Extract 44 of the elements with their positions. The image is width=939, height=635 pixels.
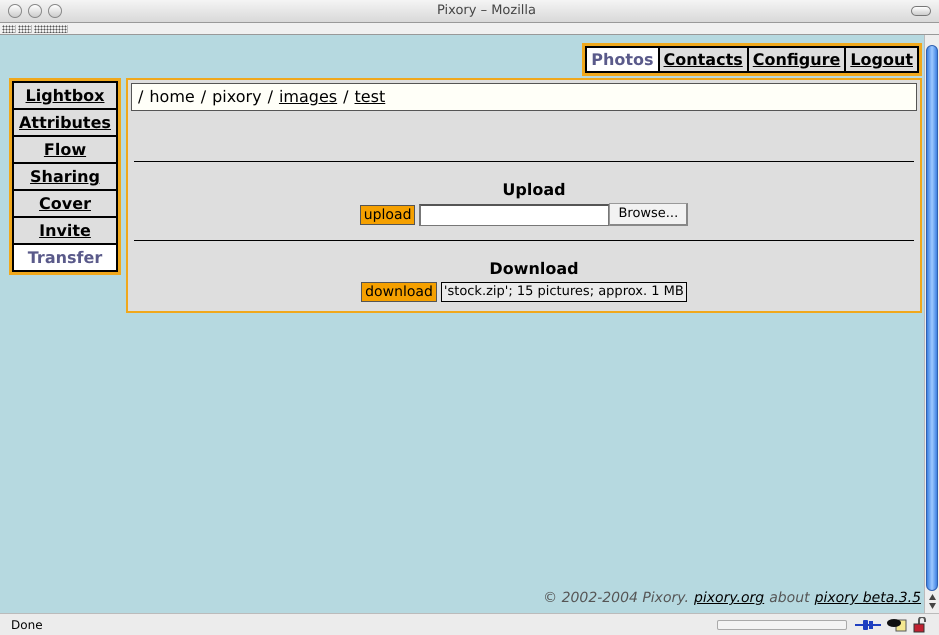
nav-tab[interactable]: Flow [14,137,116,162]
toolbar-grippy-icon[interactable] [2,24,16,32]
nav-tab[interactable]: Invite [14,218,116,243]
section-heading: Download [489,258,579,280]
breadcrumb-text: pixory [212,86,262,108]
nav-tab[interactable]: Logout [846,48,917,71]
window-title: Pixory – Mozilla [436,3,536,18]
connection-plug-icon [855,618,881,630]
download-button[interactable]: download [361,282,437,302]
footer-text: © 2002-2004 Pixory. [543,589,689,608]
path-separator: / [200,86,206,108]
nav-tab[interactable]: Transfer [14,245,116,270]
toolbar-grippy-icon[interactable] [18,24,32,32]
status-text: Done [10,616,44,634]
minimize-icon[interactable] [28,4,42,18]
breadcrumb-text: home [149,86,195,108]
path-separator: / [343,86,349,108]
nav-tab[interactable]: Sharing [14,164,116,189]
browse-button[interactable]: Browse... [609,203,688,226]
zoom-icon[interactable] [48,4,62,18]
path-separator: / [268,86,273,108]
upload-button[interactable]: upload [360,204,416,224]
download-info: 'stock.zip'; 15 pictures; approx. 1 MB [440,282,687,302]
footer-link[interactable]: pixory beta.3.5 [814,588,921,609]
footer-link[interactable]: pixory.org [694,588,764,609]
file-path-field[interactable] [419,204,610,226]
scrollbar[interactable] [924,35,939,613]
breadcrumb-link[interactable]: test [354,85,386,109]
path-separator: / [138,86,144,108]
nav-tab[interactable]: Attributes [14,110,116,135]
toolbar-toggle-icon[interactable] [911,6,931,16]
footer-text: about [769,589,810,608]
nav-tab[interactable]: Contacts [660,48,747,71]
padlock-icon [913,616,927,632]
nav-tab[interactable]: Cover [14,191,116,216]
close-icon[interactable] [8,4,22,18]
scroll-up-icon[interactable] [928,594,936,600]
nav-tab[interactable]: Configure [748,48,844,71]
section-heading: Upload [502,179,566,201]
nav-tab[interactable]: Photos [587,48,658,71]
scroll-down-icon[interactable] [928,603,936,609]
toolbar-grippy-icon[interactable] [34,24,68,32]
nav-tab[interactable]: Lightbox [14,83,116,108]
breadcrumb-link[interactable]: images [278,85,338,109]
